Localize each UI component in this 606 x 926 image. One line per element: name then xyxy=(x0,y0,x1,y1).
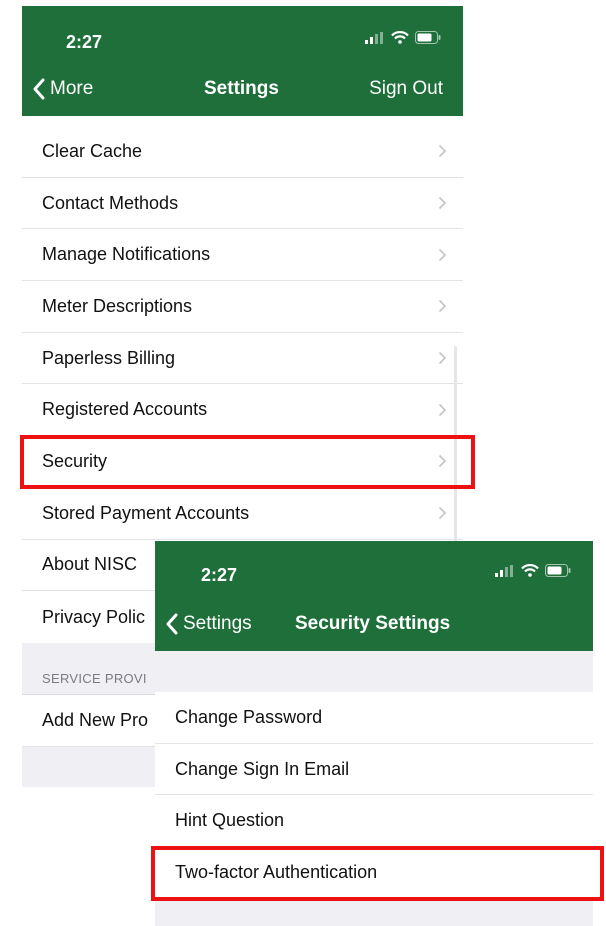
list-item-label: Paperless Billing xyxy=(42,347,176,368)
page-title: Security Settings xyxy=(295,612,451,634)
chevron-right-icon xyxy=(438,145,447,158)
list-item-label: About NISC xyxy=(42,554,138,575)
wifi-icon xyxy=(391,31,409,44)
list-item-label: Contact Methods xyxy=(42,192,179,213)
list-item-label: Meter Descriptions xyxy=(42,295,193,316)
list-item-label: Change Sign In Email xyxy=(175,758,350,779)
list-item-contact-methods[interactable]: Contact Methods xyxy=(22,177,463,230)
highlight-box-two-factor-authentication xyxy=(151,846,604,901)
chevron-right-icon xyxy=(438,300,447,313)
signal-icon xyxy=(495,564,513,577)
list-item-change-sign-in-email[interactable]: Change Sign In Email xyxy=(155,743,593,796)
page-title: Settings xyxy=(204,78,279,99)
list-item-change-password[interactable]: Change Password xyxy=(155,692,593,744)
list-item-label: Registered Accounts xyxy=(42,399,208,420)
status-time: 2:27 xyxy=(66,32,103,52)
list-item-label: Hint Question xyxy=(175,810,285,831)
list-item-clear-cache[interactable]: Clear Cache xyxy=(22,126,463,178)
list-item-hint-question[interactable]: Hint Question xyxy=(155,795,593,848)
chevron-right-icon xyxy=(438,248,447,261)
status-time: 2:27 xyxy=(201,565,238,585)
highlight-box-security xyxy=(20,435,475,489)
battery-icon xyxy=(545,564,571,577)
back-button[interactable]: Settings xyxy=(165,596,252,651)
chevron-left-icon xyxy=(33,78,45,100)
chevron-right-icon xyxy=(438,196,447,210)
list-item-stored-payment-accounts[interactable]: Stored Payment Accounts xyxy=(22,487,463,540)
navigation-bar: Settings Security Settings xyxy=(155,596,593,651)
grouped-background xyxy=(155,898,593,926)
list-item-label: Add New Pro xyxy=(42,709,149,730)
back-button[interactable]: More xyxy=(32,62,93,116)
list-item-meter-descriptions[interactable]: Meter Descriptions xyxy=(22,281,463,333)
list-item-manage-notifications[interactable]: Manage Notifications xyxy=(22,229,463,282)
status-bar: 2:27 xyxy=(22,6,463,62)
chevron-left-icon xyxy=(166,613,178,634)
signal-icon xyxy=(365,31,383,44)
list-item-label: Clear Cache xyxy=(42,140,143,161)
list-item-label: Change Password xyxy=(175,706,323,727)
sign-out-button[interactable]: Sign Out xyxy=(369,62,443,116)
list-item-label: Privacy Polic xyxy=(42,606,146,627)
chevron-right-icon xyxy=(438,351,447,365)
status-bar: 2:27 xyxy=(155,541,593,596)
list-item-paperless-billing[interactable]: Paperless Billing xyxy=(22,332,463,385)
chevron-right-icon xyxy=(438,507,447,520)
back-button-label: More xyxy=(50,78,94,99)
status-icons xyxy=(495,564,571,577)
section-header-label: SERVICE PROVI xyxy=(42,670,147,686)
list-item-label: Manage Notifications xyxy=(42,244,211,265)
list-item-registered-accounts[interactable]: Registered Accounts xyxy=(22,384,463,437)
status-icons xyxy=(365,31,441,44)
navigation-bar: More Settings Sign Out xyxy=(22,62,463,116)
back-button-label: Settings xyxy=(183,612,252,634)
grouped-background xyxy=(155,651,593,692)
battery-icon xyxy=(415,31,441,44)
list-item-label: Stored Payment Accounts xyxy=(42,502,250,523)
wifi-icon xyxy=(521,564,539,577)
chevron-right-icon xyxy=(438,403,447,416)
